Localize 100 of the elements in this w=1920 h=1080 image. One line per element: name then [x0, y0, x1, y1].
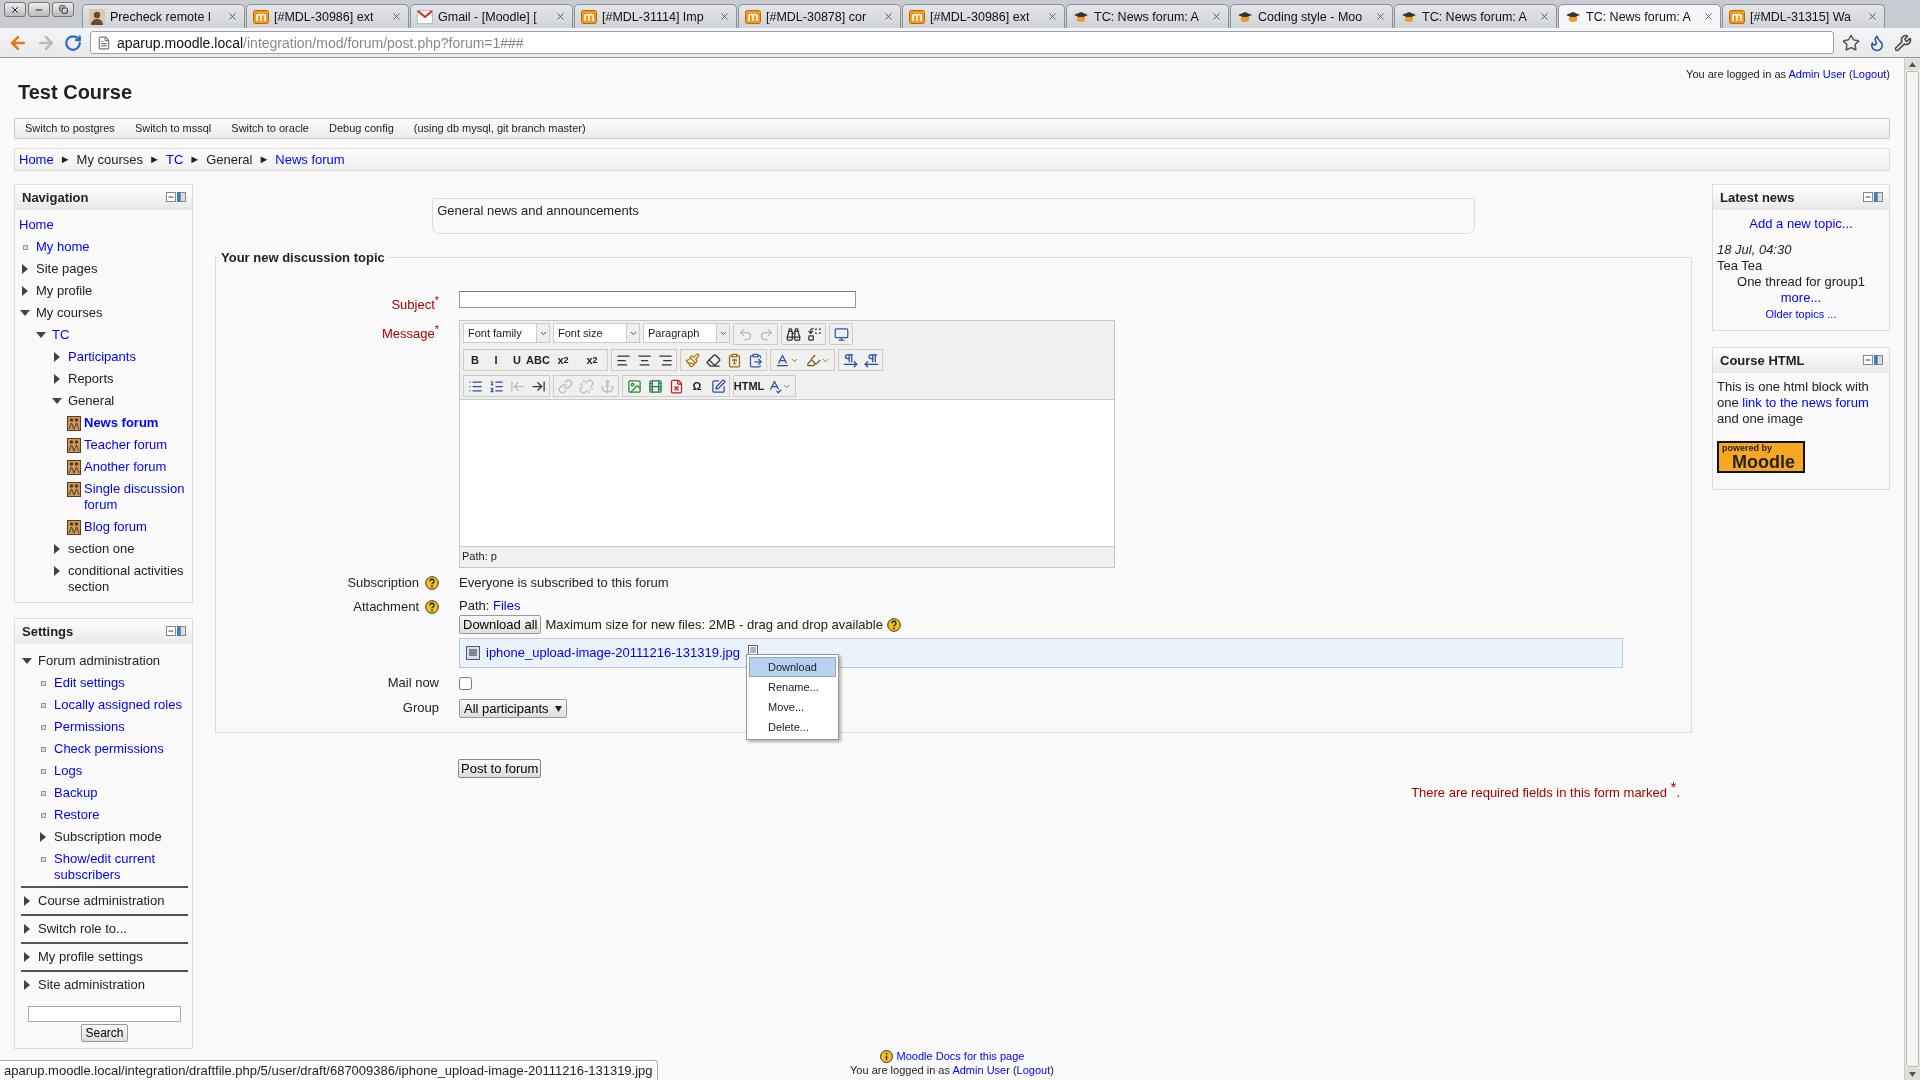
tree-item[interactable]: Subscription mode	[54, 829, 162, 845]
collapsed-arrow-icon[interactable]	[54, 352, 60, 362]
scroll-down-button[interactable]	[1905, 1068, 1920, 1080]
login-link[interactable]: Admin User	[1788, 68, 1846, 80]
menu-item[interactable]: Switch to postgres	[15, 122, 125, 135]
collapsed-arrow-icon[interactable]	[24, 980, 30, 990]
search-button[interactable]: Search	[81, 1024, 128, 1042]
tree-item[interactable]: Logs	[54, 763, 83, 779]
close-icon[interactable]	[1539, 11, 1550, 22]
tree-item[interactable]: News forum	[84, 415, 159, 431]
block-controls-icon[interactable]	[166, 626, 186, 637]
close-icon[interactable]	[1047, 11, 1058, 22]
collapsed-arrow-icon[interactable]	[22, 264, 28, 274]
format-button[interactable]: I	[486, 350, 506, 371]
path-link[interactable]: Files	[492, 598, 521, 614]
menu-item[interactable]: Switch to mssql	[124, 122, 222, 135]
restore-button[interactable]	[52, 2, 74, 17]
browser-tab[interactable]: TC: News forum: A	[1558, 4, 1721, 28]
block-controls-icon[interactable]	[1863, 192, 1883, 203]
collapsed-arrow-icon[interactable]	[24, 896, 30, 906]
post-button[interactable]: Post to forum	[458, 759, 542, 779]
tree-item[interactable]: Blog forum	[84, 519, 147, 535]
download-all-button[interactable]: Download all	[459, 615, 542, 635]
settings-button[interactable]	[1894, 33, 1912, 52]
older-topics-link[interactable]: Older topics ...	[1765, 308, 1837, 320]
close-icon[interactable]	[1211, 11, 1222, 22]
tree-item[interactable]: conditional activities section	[68, 563, 188, 595]
browser-tab[interactable]: [#MDL-30878] cor	[738, 4, 901, 28]
mail-now-checkbox[interactable]	[459, 677, 472, 691]
help-icon[interactable]	[886, 617, 901, 632]
menu-item[interactable]: Delete...	[749, 717, 836, 738]
tree-item[interactable]: section one	[68, 541, 135, 557]
tree-item[interactable]: Site pages	[36, 261, 98, 277]
tree-item[interactable]: My home	[36, 239, 90, 255]
close-icon[interactable]	[1867, 11, 1878, 22]
tree-item[interactable]: Locally assigned roles	[54, 697, 182, 713]
menu-item[interactable]: Move...	[749, 697, 836, 718]
browser-tab[interactable]: [#MDL-31315] Wa	[1722, 4, 1885, 28]
scroll-up-button[interactable]	[1905, 58, 1920, 70]
close-icon[interactable]	[227, 11, 238, 22]
browser-tab[interactable]: [#MDL-30986] ext	[246, 4, 409, 28]
tree-item[interactable]: Switch role to...	[38, 921, 127, 937]
tree-item[interactable]: Home	[19, 217, 54, 233]
docs-link[interactable]: Moodle Docs for this page	[896, 1049, 1025, 1063]
close-icon[interactable]	[1703, 11, 1714, 22]
browser-tab[interactable]: [#MDL-30986] ext	[902, 4, 1065, 28]
tree-item[interactable]: Site administration	[38, 977, 145, 993]
expanded-arrow-icon[interactable]	[36, 332, 46, 338]
format-button[interactable]: U	[507, 350, 527, 371]
tree-item[interactable]: My courses	[36, 305, 103, 321]
tree-item[interactable]: TC	[52, 327, 70, 343]
browser-tab[interactable]: Coding style - Moo	[1230, 4, 1393, 28]
tree-item[interactable]: Show/edit current subscribers	[54, 851, 188, 883]
breadcrumb-link[interactable]: News forum	[275, 151, 345, 167]
collapsed-arrow-icon[interactable]	[54, 566, 60, 576]
expanded-arrow-icon[interactable]	[22, 658, 32, 664]
tree-item[interactable]: Participants	[68, 349, 136, 365]
news-forum-link[interactable]: link to the news forum	[1742, 395, 1869, 410]
close-icon[interactable]	[1375, 11, 1386, 22]
tree-item[interactable]: Single discussion forum	[84, 481, 188, 513]
breadcrumb-link[interactable]: Home	[19, 151, 54, 167]
breadcrumb-link[interactable]: TC	[165, 151, 184, 167]
browser-tab[interactable]: TC: News forum: A	[1066, 4, 1229, 28]
menu-item[interactable]: Switch to oracle	[221, 122, 319, 135]
address-bar[interactable]: aparup.moodle.local/integration/mod/forum/post.php?forum=1###	[90, 31, 1834, 54]
block-controls-icon[interactable]	[1863, 355, 1883, 366]
expanded-arrow-icon[interactable]	[52, 398, 62, 404]
bookmark-button[interactable]	[1842, 33, 1860, 52]
close-icon[interactable]	[883, 11, 894, 22]
subject-field[interactable]	[459, 291, 856, 308]
tree-item[interactable]: Forum administration	[38, 653, 161, 669]
browser-tab[interactable]: [#MDL-31114] Imp	[574, 4, 737, 28]
tree-item[interactable]: Course administration	[38, 893, 165, 909]
browser-tab[interactable]: Precheck remote l	[82, 4, 245, 28]
login-link[interactable]: Logout	[1016, 1064, 1051, 1076]
expanded-arrow-icon[interactable]	[20, 310, 30, 316]
close-icon[interactable]	[555, 11, 566, 22]
file-link[interactable]: iphone_upload-image-20111216-131319.jpg	[486, 645, 740, 661]
menu-item[interactable]: Debug config	[318, 122, 404, 135]
minimize-button[interactable]	[28, 2, 50, 17]
tree-item[interactable]: Edit settings	[54, 675, 125, 691]
menu-item[interactable]: Download	[749, 657, 836, 678]
group-select[interactable]: All participants	[459, 699, 567, 719]
tree-item[interactable]: Teacher forum	[84, 437, 168, 453]
dropdown-select[interactable]: Paragraph	[643, 323, 730, 344]
tree-item[interactable]: Check permissions	[54, 741, 164, 757]
collapsed-arrow-icon[interactable]	[54, 374, 60, 384]
format-button[interactable]: HTML	[735, 376, 763, 397]
dropdown-select[interactable]: Font size	[553, 323, 640, 344]
format-button[interactable]: Ω	[687, 376, 707, 397]
login-link[interactable]: Admin User	[952, 1064, 1010, 1076]
tree-item[interactable]: My profile settings	[38, 949, 143, 965]
collapsed-arrow-icon[interactable]	[54, 544, 60, 554]
tree-item[interactable]: My profile	[36, 283, 93, 299]
close-icon[interactable]	[719, 11, 730, 22]
tree-item[interactable]: Reports	[68, 371, 114, 387]
help-icon[interactable]	[425, 600, 439, 615]
tree-item[interactable]: Permissions	[54, 719, 125, 735]
close-window-button[interactable]	[4, 2, 26, 17]
format-button[interactable]: B	[465, 350, 485, 371]
